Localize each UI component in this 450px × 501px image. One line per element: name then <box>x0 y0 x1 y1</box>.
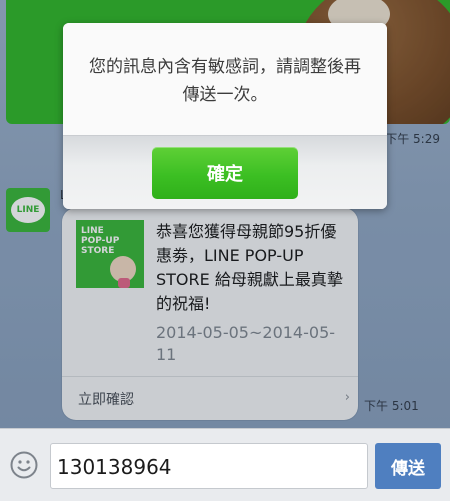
smiley-icon[interactable] <box>10 451 38 479</box>
alert-dialog: 您的訊息內含有敏感詞，請調整後再傳送一次。 確定 <box>63 23 387 209</box>
dialog-body: 您的訊息內含有敏感詞，請調整後再傳送一次。 <box>63 23 387 135</box>
message-input-bar: 130138964 傳送 <box>0 428 450 501</box>
message-input[interactable]: 130138964 <box>50 443 368 489</box>
dialog-footer: 確定 <box>63 135 387 209</box>
ok-button[interactable]: 確定 <box>152 147 298 199</box>
dialog-message: 您的訊息內含有敏感詞，請調整後再傳送一次。 <box>89 57 361 105</box>
send-button[interactable]: 傳送 <box>375 443 441 489</box>
